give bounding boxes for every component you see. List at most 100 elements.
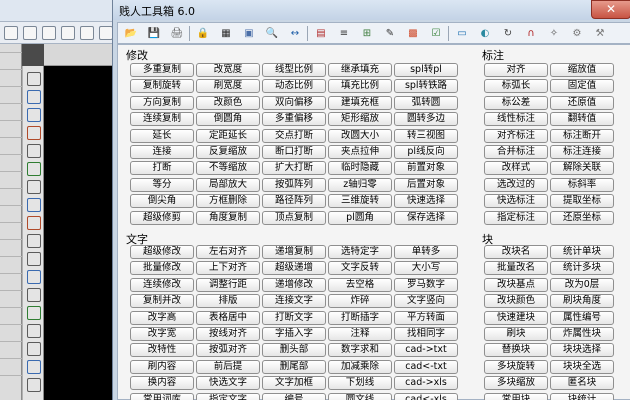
modify-command-button[interactable]: 转三视图 xyxy=(394,128,458,143)
modify-command-button[interactable]: 圆转多边 xyxy=(394,112,458,127)
cad-toolbar-button[interactable] xyxy=(80,26,94,40)
modify-command-button[interactable]: 三维旋转 xyxy=(328,194,392,209)
block-command-button[interactable]: 替换块 xyxy=(484,343,548,358)
annotate-command-button[interactable]: 翻转值 xyxy=(550,112,614,127)
text-command-button[interactable]: 下划线 xyxy=(328,376,392,391)
cad-draw-tool-button[interactable] xyxy=(27,216,41,230)
modify-command-button[interactable]: 连接 xyxy=(130,145,194,159)
modify-command-button[interactable]: 扩大打断 xyxy=(262,161,326,176)
lock-icon[interactable]: 🔒 xyxy=(194,25,212,42)
text-command-button[interactable]: cad->xls xyxy=(394,376,458,391)
text-command-button[interactable]: 打断文字 xyxy=(262,310,326,325)
modify-command-button[interactable]: 动态比例 xyxy=(262,79,326,94)
text-command-button[interactable]: 改特性 xyxy=(130,343,194,358)
block-command-button[interactable]: 改块基点 xyxy=(484,277,548,292)
annotate-command-button[interactable]: 指定标注 xyxy=(484,210,548,225)
modify-command-button[interactable]: pl线反向 xyxy=(394,145,458,159)
text-command-button[interactable]: 删头部 xyxy=(262,343,326,358)
close-button[interactable]: ✕ xyxy=(591,0,630,19)
cad-draw-tool-button[interactable] xyxy=(27,90,41,104)
text-command-button[interactable]: 指定文字 xyxy=(196,392,260,400)
annotate-command-button[interactable]: 标注断开 xyxy=(550,128,614,143)
block-command-button[interactable]: 改块名 xyxy=(484,245,548,259)
modify-command-button[interactable]: 断口打断 xyxy=(262,145,326,159)
block-command-button[interactable]: 批量改名 xyxy=(484,261,548,276)
text-command-button[interactable]: 文字竖向 xyxy=(394,294,458,309)
annotate-command-button[interactable]: 选改过的 xyxy=(484,177,548,192)
text-command-button[interactable]: 打断插字 xyxy=(328,310,392,325)
text-command-button[interactable]: 数字求和 xyxy=(328,343,392,358)
image-icon[interactable]: ▣ xyxy=(240,25,258,42)
layer-icon[interactable]: ▤ xyxy=(312,25,330,42)
modify-command-button[interactable]: 连续复制 xyxy=(130,112,194,127)
annotate-command-button[interactable]: 还原值 xyxy=(550,95,614,110)
block-command-button[interactable]: 属性编号 xyxy=(550,310,614,325)
text-command-button[interactable]: 改字宽 xyxy=(130,327,194,341)
modify-command-button[interactable]: 改圆大小 xyxy=(328,128,392,143)
text-command-button[interactable]: 单转多 xyxy=(394,245,458,259)
cad-draw-tool-button[interactable] xyxy=(27,162,41,176)
block-command-button[interactable]: 块统计 xyxy=(550,392,614,400)
cad-toolbar-button[interactable] xyxy=(4,26,18,40)
cad-draw-tool-button[interactable] xyxy=(27,360,41,374)
text-command-button[interactable]: cad<-xls xyxy=(394,392,458,400)
modify-command-button[interactable]: 方向复制 xyxy=(130,95,194,110)
text-command-button[interactable]: 前后提 xyxy=(196,359,260,374)
text-command-button[interactable]: 选特定字 xyxy=(328,245,392,259)
cad-draw-tool-button[interactable] xyxy=(27,324,41,338)
modify-command-button[interactable]: 打断 xyxy=(130,161,194,176)
text-command-button[interactable]: 改字高 xyxy=(130,310,194,325)
text-command-button[interactable]: 文字加框 xyxy=(262,376,326,391)
modify-command-button[interactable]: 夹点拉伸 xyxy=(328,145,392,159)
modify-command-button[interactable]: z轴归零 xyxy=(328,177,392,192)
window-titlebar[interactable]: 贱人工具箱 6.0 ✕ xyxy=(113,0,630,20)
cad-draw-tool-button[interactable] xyxy=(27,72,41,86)
text-command-button[interactable]: 复制并改 xyxy=(130,294,194,309)
annotate-command-button[interactable]: 固定值 xyxy=(550,79,614,94)
modify-command-button[interactable]: 复制旋转 xyxy=(130,79,194,94)
zoom-icon[interactable]: 🔍 xyxy=(263,25,281,42)
text-command-button[interactable]: 文字反转 xyxy=(328,261,392,276)
modify-command-button[interactable]: 等分 xyxy=(130,177,194,192)
modify-command-button[interactable]: 继承填充 xyxy=(328,63,392,77)
cad-draw-tool-button[interactable] xyxy=(27,144,41,158)
modify-command-button[interactable]: 填充比例 xyxy=(328,79,392,94)
text-command-button[interactable]: 超级递增 xyxy=(262,261,326,276)
modify-command-button[interactable]: 局部放大 xyxy=(196,177,260,192)
block-command-button[interactable]: 统计单块 xyxy=(550,245,614,259)
cad-draw-tool-button[interactable] xyxy=(27,288,41,302)
modify-command-button[interactable]: 倒圆角 xyxy=(196,112,260,127)
text-command-button[interactable]: 快选文字 xyxy=(196,376,260,391)
annotate-command-button[interactable]: 缩放值 xyxy=(550,63,614,77)
modify-command-button[interactable]: 路径阵列 xyxy=(262,194,326,209)
print-icon[interactable]: 🖨 xyxy=(168,25,186,42)
modify-command-button[interactable]: 建填充框 xyxy=(328,95,392,110)
modify-command-button[interactable]: 弧转圆 xyxy=(394,95,458,110)
annotate-command-button[interactable]: 还原坐标 xyxy=(550,210,614,225)
modify-command-button[interactable]: spl转铁路 xyxy=(394,79,458,94)
measure-icon[interactable]: ↔ xyxy=(286,25,304,42)
save-icon[interactable]: 💾 xyxy=(145,25,163,42)
block-command-button[interactable]: 刷块角度 xyxy=(550,294,614,309)
text-command-button[interactable]: 罗马数字 xyxy=(394,277,458,292)
text-command-button[interactable]: 换内容 xyxy=(130,376,194,391)
settings-icon[interactable]: ⚒ xyxy=(591,25,609,42)
text-command-button[interactable]: 按弧对齐 xyxy=(196,343,260,358)
text-command-button[interactable]: 炸碎 xyxy=(328,294,392,309)
annotate-command-button[interactable]: 解除关联 xyxy=(550,161,614,176)
open-folder-icon[interactable]: 📂 xyxy=(122,25,140,42)
block-command-button[interactable]: 常用块 xyxy=(484,392,548,400)
checklist-icon[interactable]: ☑ xyxy=(427,25,445,42)
color-grid-icon[interactable]: ▩ xyxy=(404,25,422,42)
modify-command-button[interactable]: 刷宽度 xyxy=(196,79,260,94)
annotate-command-button[interactable]: 标斜率 xyxy=(550,177,614,192)
annotate-command-button[interactable]: 对齐标注 xyxy=(484,128,548,143)
block-command-button[interactable]: 块块全选 xyxy=(550,359,614,374)
modify-command-button[interactable]: 后置对象 xyxy=(394,177,458,192)
text-command-button[interactable]: 上下对齐 xyxy=(196,261,260,276)
modify-command-button[interactable]: 定距延长 xyxy=(196,128,260,143)
annotate-command-button[interactable]: 对齐 xyxy=(484,63,548,77)
edit-text-icon[interactable]: ✎ xyxy=(381,25,399,42)
text-command-button[interactable]: 常用词库 xyxy=(130,392,194,400)
modify-command-button[interactable]: 延长 xyxy=(130,128,194,143)
